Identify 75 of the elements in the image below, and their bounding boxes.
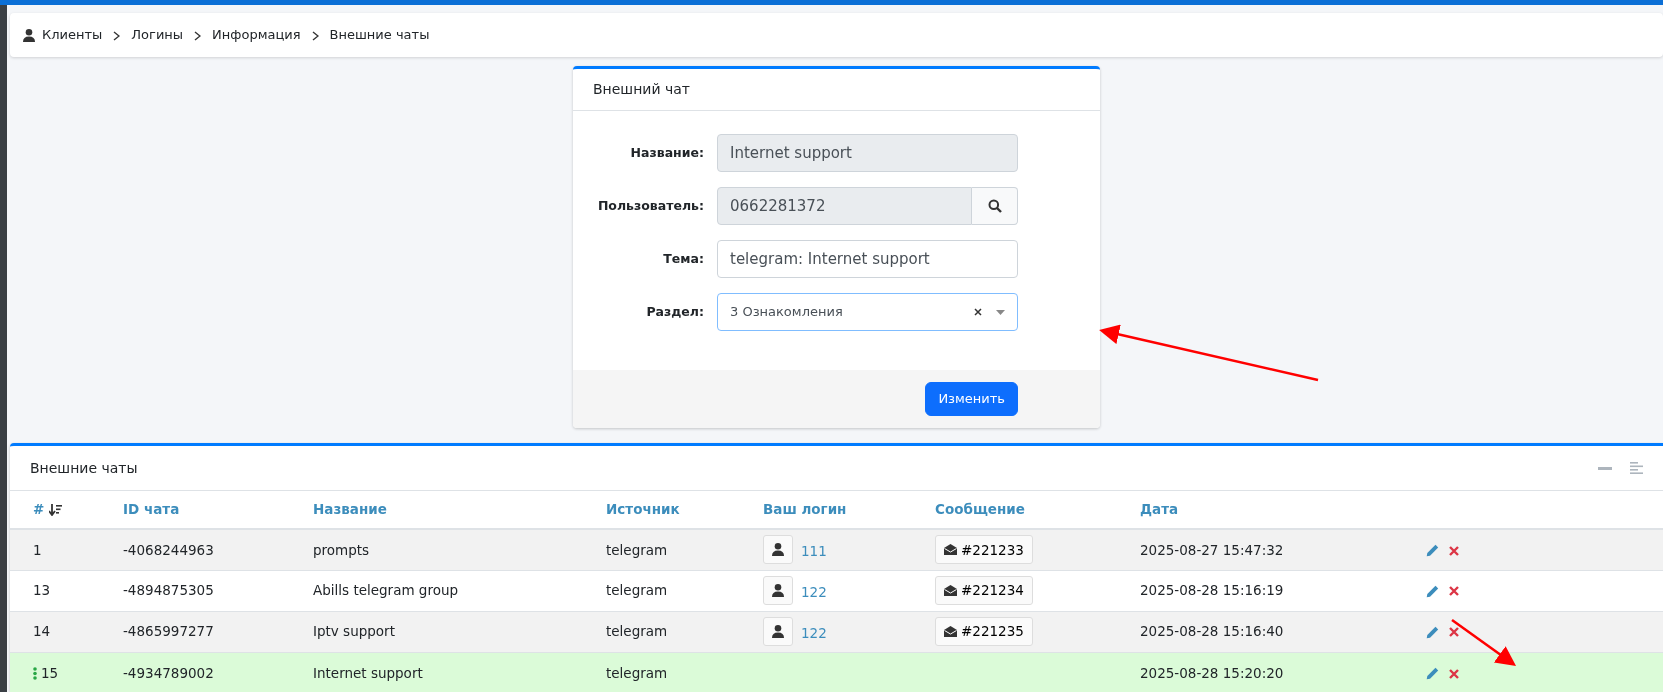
edit-pencil-icon[interactable] [1426,625,1439,639]
submit-button[interactable]: Изменить [925,382,1018,416]
envelope-icon [944,544,957,556]
column-header[interactable]: ID чата [123,501,180,518]
text-field[interactable]: telegram: Internet support [717,240,1018,278]
chevron-icon [194,30,202,41]
user-icon [23,28,35,42]
column-header[interactable]: Дата [1140,501,1179,518]
column-header[interactable]: Название [313,501,387,518]
user-button[interactable] [763,617,793,646]
table-cell: -4894875305 [123,582,214,599]
table-cell: -4865997277 [123,623,214,640]
delete-icon[interactable] [1449,586,1459,597]
table-row[interactable]: 14 -4865997277 Iptv support telegram 122 #221235 2025-08-28 15:16:40 [10,611,1663,652]
delete-icon[interactable] [1449,545,1459,556]
user-icon [772,584,784,597]
table-cell: -4934789002 [123,664,214,681]
login-link[interactable]: 122 [801,584,827,600]
table-row[interactable]: 15 -4934789002 Internet support telegram 2025-08-28 15:20:20 [10,652,1663,692]
table-cell: 2025-08-28 15:20:20 [1140,664,1284,681]
table-cell: prompts [313,541,370,558]
table-cell: 13 [33,582,51,599]
table-cell: 14 [33,623,51,640]
table-cell: telegram [606,664,668,681]
field-label: Название: [629,143,704,162]
message-button[interactable]: #221234 [935,576,1033,605]
message-button[interactable]: #221233 [935,535,1033,565]
field-label: Пользователь: [596,196,704,215]
table-cell: Abills telegram group [313,582,459,599]
search-button[interactable] [972,187,1018,225]
edit-pencil-icon[interactable] [1426,584,1439,598]
user-button[interactable] [763,535,793,565]
card-title: Внешние чаты [30,458,138,478]
message-button[interactable]: #221235 [935,617,1033,646]
field-label: Тема: [662,249,704,268]
field-label: Раздел: [645,302,704,321]
table-cell: Iptv support [313,623,395,640]
user-icon [772,543,784,557]
delete-icon[interactable] [1449,627,1459,638]
table-cell: telegram [606,541,668,558]
drag-handle-icon[interactable] [33,667,37,681]
table-cell: Internet support [313,664,423,681]
breadcrumb-link[interactable]: Логины [131,25,184,45]
column-header[interactable]: Ваш логин [763,501,847,518]
delete-icon[interactable] [1449,668,1459,679]
user-button[interactable] [763,576,793,605]
user-icon [772,625,784,638]
envelope-icon [944,585,957,596]
table-row[interactable]: 1 -4068244963 prompts telegram 111 #221233 2025-08-27 15:47:32 [10,529,1663,570]
clear-icon[interactable] [974,308,982,316]
edit-pencil-icon[interactable] [1426,667,1439,681]
annotation-arrow [1451,619,1517,666]
column-header[interactable]: Источник [606,501,680,518]
chevron-icon [113,30,121,41]
chevron-icon [311,30,319,41]
search-icon [987,199,1002,213]
column-header[interactable]: Сообщение [935,501,1025,518]
table-cell: 1 [33,541,42,558]
table-cell: telegram [606,623,668,640]
table-cell: 2025-08-28 15:16:40 [1140,623,1284,640]
card-title: Внешний чат [593,80,690,99]
select-field[interactable]: 3 Ознакомления [717,293,1018,331]
table-cell: telegram [606,582,668,599]
table-cell: 2025-08-27 15:47:32 [1140,541,1284,558]
breadcrumb-link[interactable]: Внешние чаты [329,25,430,45]
sort-descending-icon[interactable] [49,504,62,517]
edit-pencil-icon[interactable] [1426,544,1439,558]
table-cell: 2025-08-28 15:16:19 [1140,582,1284,599]
table-cell: -4068244963 [123,541,214,558]
envelope-icon [944,626,957,637]
breadcrumb-link[interactable]: Информация [212,25,301,45]
table-cell: 15 [41,664,59,681]
dropdown-caret-icon [996,309,1005,315]
column-header[interactable]: # [33,501,45,518]
breadcrumb-link[interactable]: Клиенты [42,25,103,45]
